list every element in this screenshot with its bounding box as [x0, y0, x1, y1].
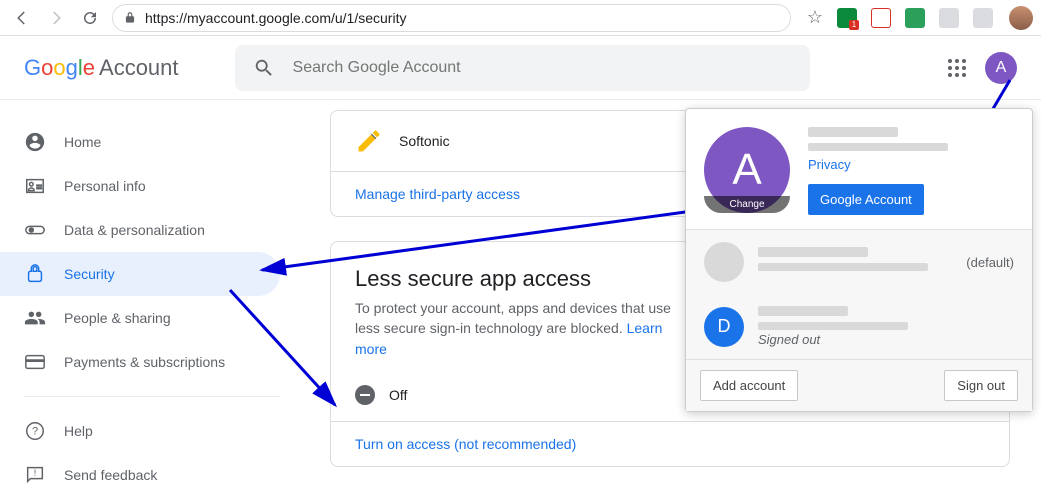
- toggle-icon: [24, 219, 46, 241]
- turn-on-access-link[interactable]: Turn on access (not recommended): [331, 421, 1009, 466]
- sidebar-item-feedback[interactable]: ! Send feedback: [0, 453, 280, 497]
- help-icon: ?: [24, 420, 46, 442]
- account-avatar-icon: D: [704, 307, 744, 347]
- sidebar-item-payments[interactable]: Payments & subscriptions: [0, 340, 280, 384]
- account-avatar[interactable]: A: [985, 52, 1017, 84]
- divider: [24, 396, 280, 397]
- feedback-icon: !: [24, 464, 46, 486]
- address-bar[interactable]: https://myaccount.google.com/u/1/securit…: [112, 4, 791, 32]
- redacted-text: [758, 247, 868, 257]
- product-name: Account: [99, 55, 179, 81]
- sidebar-item-security[interactable]: Security: [0, 252, 280, 296]
- privacy-link[interactable]: Privacy: [808, 157, 1014, 172]
- account-switcher-popover: A Change Privacy Google Account (default…: [685, 108, 1033, 412]
- extension-icon[interactable]: [837, 8, 857, 28]
- sidebar-item-label: Data & personalization: [64, 222, 205, 238]
- lock-icon: [24, 263, 46, 285]
- sidebar-item-label: Personal info: [64, 178, 146, 194]
- extension-icon[interactable]: [871, 8, 891, 28]
- sidebar-item-label: People & sharing: [64, 310, 171, 326]
- default-badge: (default): [966, 255, 1014, 270]
- signed-out-label: Signed out: [758, 332, 1014, 347]
- extension-icon[interactable]: [939, 8, 959, 28]
- person-circle-icon: [24, 131, 46, 153]
- google-account-button[interactable]: Google Account: [808, 184, 924, 215]
- forward-button[interactable]: [42, 4, 70, 32]
- back-button[interactable]: [8, 4, 36, 32]
- sidebar-item-people-sharing[interactable]: People & sharing: [0, 296, 280, 340]
- extension-icon[interactable]: [973, 8, 993, 28]
- redacted-text: [758, 263, 928, 271]
- search-icon: [253, 57, 275, 79]
- sidebar-item-label: Payments & subscriptions: [64, 354, 225, 370]
- app-header: Google Account A: [0, 36, 1041, 100]
- account-list: (default) D Signed out: [686, 229, 1032, 359]
- account-avatar-icon: [704, 242, 744, 282]
- sidebar-item-label: Home: [64, 134, 101, 150]
- account-row[interactable]: (default): [686, 230, 1032, 294]
- extension-icon[interactable]: [905, 8, 925, 28]
- sidebar: Home Personal info Data & personalizatio…: [0, 100, 280, 503]
- pencil-icon: [355, 127, 383, 155]
- less-secure-description: To protect your account, apps and device…: [355, 298, 675, 359]
- sidebar-item-label: Send feedback: [64, 467, 157, 483]
- change-photo-button[interactable]: Change: [704, 196, 790, 213]
- redacted-text: [758, 306, 848, 316]
- sidebar-item-personal-info[interactable]: Personal info: [0, 164, 280, 208]
- redacted-email: [808, 143, 948, 151]
- add-account-button[interactable]: Add account: [700, 370, 798, 401]
- reload-button[interactable]: [76, 4, 104, 32]
- lock-icon: [123, 11, 137, 25]
- browser-profile-avatar[interactable]: [1009, 6, 1033, 30]
- sidebar-item-data-personalization[interactable]: Data & personalization: [0, 208, 280, 252]
- sidebar-item-label: Security: [64, 266, 115, 282]
- search-box[interactable]: [235, 45, 810, 91]
- svg-text:?: ?: [32, 426, 38, 438]
- browser-toolbar: https://myaccount.google.com/u/1/securit…: [0, 0, 1041, 36]
- google-account-logo[interactable]: Google Account: [24, 55, 179, 81]
- credit-card-icon: [24, 351, 46, 373]
- sidebar-item-help[interactable]: ? Help: [0, 409, 280, 453]
- search-input[interactable]: [291, 58, 792, 78]
- url-text: https://myaccount.google.com/u/1/securit…: [145, 10, 406, 26]
- bookmark-star-icon[interactable]: ☆: [803, 7, 827, 28]
- apps-grid-icon[interactable]: [945, 56, 969, 80]
- people-icon: [24, 307, 46, 329]
- status-label: Off: [389, 387, 407, 403]
- sidebar-item-label: Help: [64, 423, 93, 439]
- account-row[interactable]: D Signed out: [686, 294, 1032, 359]
- redacted-name: [808, 127, 898, 137]
- redacted-text: [758, 322, 908, 330]
- popover-avatar[interactable]: A Change: [704, 127, 790, 213]
- status-off-icon: [355, 385, 375, 405]
- id-card-icon: [24, 175, 46, 197]
- sign-out-button[interactable]: Sign out: [944, 370, 1018, 401]
- sidebar-item-home[interactable]: Home: [0, 120, 280, 164]
- svg-text:!: !: [34, 468, 37, 478]
